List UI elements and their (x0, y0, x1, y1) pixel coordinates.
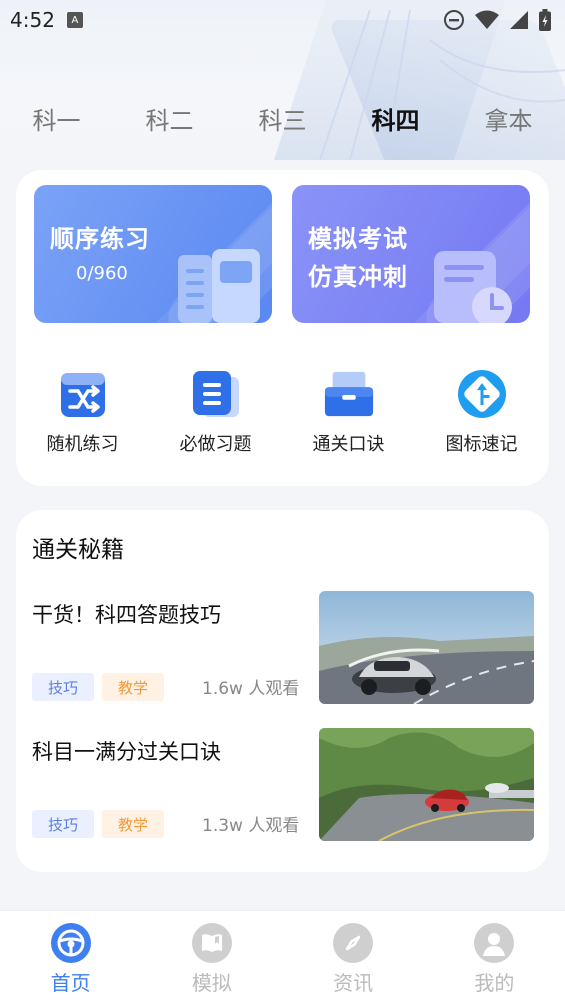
tips-card: 通关秘籍 干货！科四答题技巧 技巧 教学 1.6w 人观看 科目一满分过关口诀 … (16, 510, 549, 872)
view-count: 1.3w 人观看 (202, 816, 300, 836)
sign-memorize-label: 图标速记 (445, 434, 518, 455)
tag-tips: 技巧 (32, 810, 94, 838)
sequential-practice-button[interactable]: 顺序练习 0/960 (34, 185, 272, 323)
sequential-practice-title: 顺序练习 (50, 225, 150, 253)
random-practice-item[interactable]: 随机练习 (16, 368, 149, 468)
practice-card: 顺序练习 0/960 模拟考试 仿真冲刺 随机练习 必做习题 通关口诀 图标速记 (16, 170, 549, 486)
sequential-practice-progress: 0/960 (76, 263, 128, 284)
tab-ke-si[interactable]: 科四 (339, 101, 452, 136)
tab-na-ben[interactable]: 拿本 (452, 101, 565, 136)
view-count: 1.6w 人观看 (202, 679, 300, 699)
shuffle-icon (57, 368, 109, 420)
book-icon (191, 923, 232, 963)
tag-tips: 技巧 (32, 673, 94, 701)
article-thumbnail[interactable] (319, 591, 534, 704)
nav-me[interactable]: 我的 (424, 911, 565, 1004)
mock-exam-title: 模拟考试 (308, 225, 408, 253)
nav-mock-label: 模拟 (191, 971, 232, 995)
article-item[interactable]: 科目一满分过关口诀 技巧 教学 1.3w 人观看 (32, 728, 534, 842)
notification-a-icon: A (66, 12, 83, 28)
status-time: 4:52 (10, 8, 55, 32)
nav-home-label: 首页 (50, 971, 91, 995)
exam-sheet-clock-icon (434, 251, 512, 323)
book-illustration-icon (178, 249, 260, 323)
pass-rhymes-label: 通关口诀 (312, 434, 385, 455)
article-title: 科目一满分过关口诀 (32, 740, 221, 764)
nav-news[interactable]: 资讯 (283, 911, 424, 1004)
tag-teaching: 教学 (102, 810, 164, 838)
dnd-icon (444, 10, 464, 30)
steering-wheel-icon (50, 923, 91, 963)
mock-exam-subtitle: 仿真冲刺 (308, 263, 408, 291)
sign-memorize-item[interactable]: 图标速记 (415, 368, 548, 468)
signal-icon (510, 11, 528, 29)
nav-news-label: 资讯 (333, 971, 374, 995)
article-item[interactable]: 干货！科四答题技巧 技巧 教学 1.6w 人观看 (32, 591, 534, 705)
user-icon (474, 923, 515, 963)
shortcut-grid: 随机练习 必做习题 通关口诀 图标速记 (16, 368, 549, 468)
list-icon (190, 368, 242, 420)
article-thumbnail[interactable] (319, 728, 534, 841)
nav-home[interactable]: 首页 (0, 911, 141, 1004)
tag-teaching: 教学 (102, 673, 164, 701)
compass-icon (333, 923, 374, 963)
mock-exam-button[interactable]: 模拟考试 仿真冲刺 (292, 185, 530, 323)
tab-ke-er[interactable]: 科二 (113, 101, 226, 136)
nav-mock[interactable]: 模拟 (141, 911, 282, 1004)
wifi-icon (475, 10, 499, 29)
tips-section-title: 通关秘籍 (32, 537, 124, 563)
article-title: 干货！科四答题技巧 (32, 603, 221, 627)
cabinet-icon (323, 368, 375, 420)
nav-me-label: 我的 (474, 971, 515, 995)
bottom-navigation: 首页 模拟 资讯 我的 (0, 910, 565, 1004)
random-practice-label: 随机练习 (46, 434, 119, 455)
tab-ke-yi[interactable]: 科一 (0, 101, 113, 136)
pass-rhymes-item[interactable]: 通关口诀 (282, 368, 415, 468)
subject-tabs: 科一 科二 科三 科四 拿本 (0, 96, 565, 140)
required-exercises-label: 必做习题 (179, 434, 252, 455)
required-exercises-item[interactable]: 必做习题 (149, 368, 282, 468)
status-bar: 4:52 A (0, 0, 565, 40)
battery-icon (539, 9, 551, 31)
tab-ke-san[interactable]: 科三 (226, 101, 339, 136)
road-sign-icon (456, 368, 508, 420)
